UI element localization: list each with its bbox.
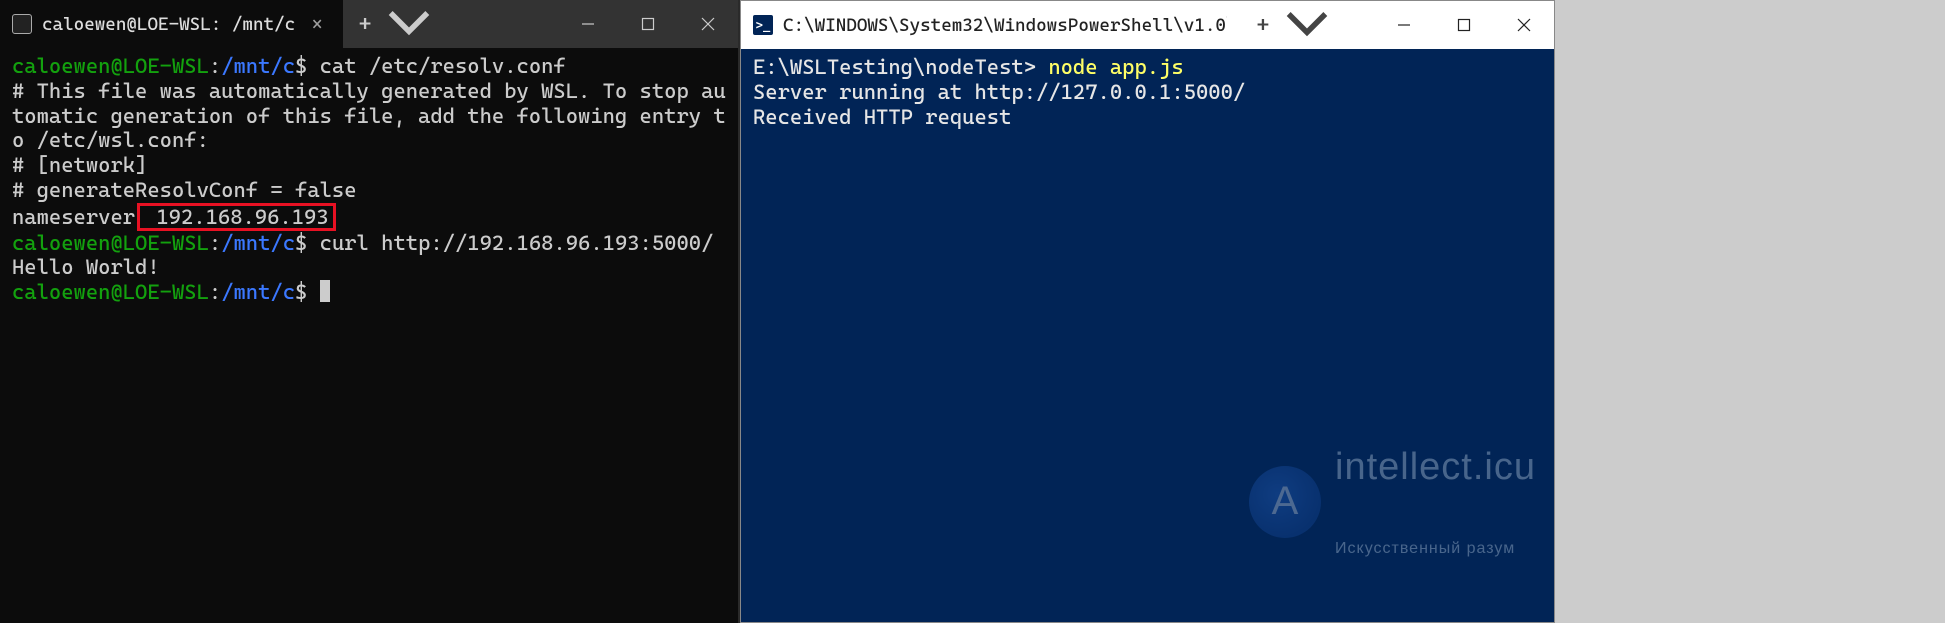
- bash-command-2: curl http://192.168.96.193:5000/: [307, 231, 713, 255]
- nameserver-ip: 192.168.96.193: [144, 205, 329, 229]
- resolv-line-3: # generateResolvConf = false: [12, 178, 357, 202]
- left-titlebar[interactable]: caloewen@LOE-WSL: /mnt/c × +: [0, 0, 738, 48]
- ps-prompt: E:\WSLTesting\nodeTest>: [753, 55, 1036, 79]
- bash-prompt-user-3: caloewen@LOE-WSL: [12, 280, 209, 304]
- right-tab[interactable]: C:\WINDOWS\System32\WindowsPowerShell\v1…: [741, 1, 1241, 49]
- right-titlebar[interactable]: C:\WINDOWS\System32\WindowsPowerShell\v1…: [741, 1, 1554, 49]
- sep3: :: [209, 280, 221, 304]
- ps-out-1: Server running at http://127.0.0.1:5000/: [753, 80, 1245, 104]
- watermark: A intellect.icu Искусственный разум: [1249, 396, 1536, 608]
- new-tab-button[interactable]: +: [343, 0, 387, 48]
- bash-prompt-user-2: caloewen@LOE-WSL: [12, 231, 209, 255]
- watermark-title: intellect.icu: [1335, 445, 1536, 490]
- powershell-icon: [753, 15, 773, 35]
- bash-prompt-user: caloewen@LOE-WSL: [12, 54, 209, 78]
- resolv-header: # This file was automatically generated …: [12, 79, 726, 153]
- left-window-buttons: [558, 0, 738, 48]
- tab-menu-chevron-icon[interactable]: [387, 0, 431, 48]
- suffix2: $: [295, 231, 307, 255]
- prompt-sep: :: [209, 54, 221, 78]
- watermark-subtitle: Искусственный разум: [1335, 540, 1536, 559]
- ps-out-2: Received HTTP request: [753, 105, 1011, 129]
- path2: /mnt/c: [221, 231, 295, 255]
- left-tab[interactable]: caloewen@LOE-WSL: /mnt/c ×: [0, 0, 343, 48]
- left-terminal-body[interactable]: caloewen@LOE-WSL:/mnt/c$ cat /etc/resolv…: [0, 48, 738, 623]
- path3: /mnt/c: [221, 280, 295, 304]
- ps-command: node app.js: [1036, 55, 1184, 79]
- titlebar-spacer[interactable]: [431, 0, 558, 48]
- right-window-buttons: [1374, 1, 1554, 49]
- watermark-logo-letter: A: [1272, 478, 1299, 525]
- maximize-button-right[interactable]: [1434, 1, 1494, 49]
- nameserver-label: nameserver: [12, 205, 135, 229]
- right-powershell-window: C:\WINDOWS\System32\WindowsPowerShell\v1…: [740, 0, 1555, 623]
- resolv-line-2: # [network]: [12, 153, 147, 177]
- close-window-button-right[interactable]: [1494, 1, 1554, 49]
- bash-prompt-path: /mnt/c: [221, 54, 295, 78]
- bash-command-1: cat /etc/resolv.conf: [307, 54, 565, 78]
- minimize-button[interactable]: [558, 0, 618, 48]
- maximize-button[interactable]: [618, 0, 678, 48]
- close-window-button[interactable]: [678, 0, 738, 48]
- right-terminal-body[interactable]: E:\WSLTesting\nodeTest> node app.js Serv…: [741, 49, 1554, 622]
- minimize-button-right[interactable]: [1374, 1, 1434, 49]
- close-tab-icon[interactable]: ×: [305, 12, 329, 36]
- linux-icon: [12, 14, 32, 34]
- left-terminal-window: caloewen@LOE-WSL: /mnt/c × + caloewen@: [0, 0, 740, 623]
- sep2: :: [209, 231, 221, 255]
- right-tab-title: C:\WINDOWS\System32\WindowsPowerShell\v1…: [783, 15, 1227, 36]
- new-tab-button-right[interactable]: +: [1241, 1, 1285, 49]
- suffix3: $: [295, 280, 307, 304]
- tab-menu-chevron-icon-right[interactable]: [1285, 1, 1329, 49]
- titlebar-spacer-right[interactable]: [1329, 1, 1374, 49]
- prompt-suffix: $: [295, 54, 307, 78]
- nameserver-ip-highlight: 192.168.96.193: [137, 203, 336, 231]
- screenshot-root: caloewen@LOE-WSL: /mnt/c × + caloewen@: [0, 0, 1945, 623]
- bash-cursor: [320, 280, 330, 302]
- curl-output: Hello World!: [12, 255, 160, 279]
- watermark-logo-icon: A: [1249, 466, 1321, 538]
- left-tab-title: caloewen@LOE-WSL: /mnt/c: [42, 14, 295, 35]
